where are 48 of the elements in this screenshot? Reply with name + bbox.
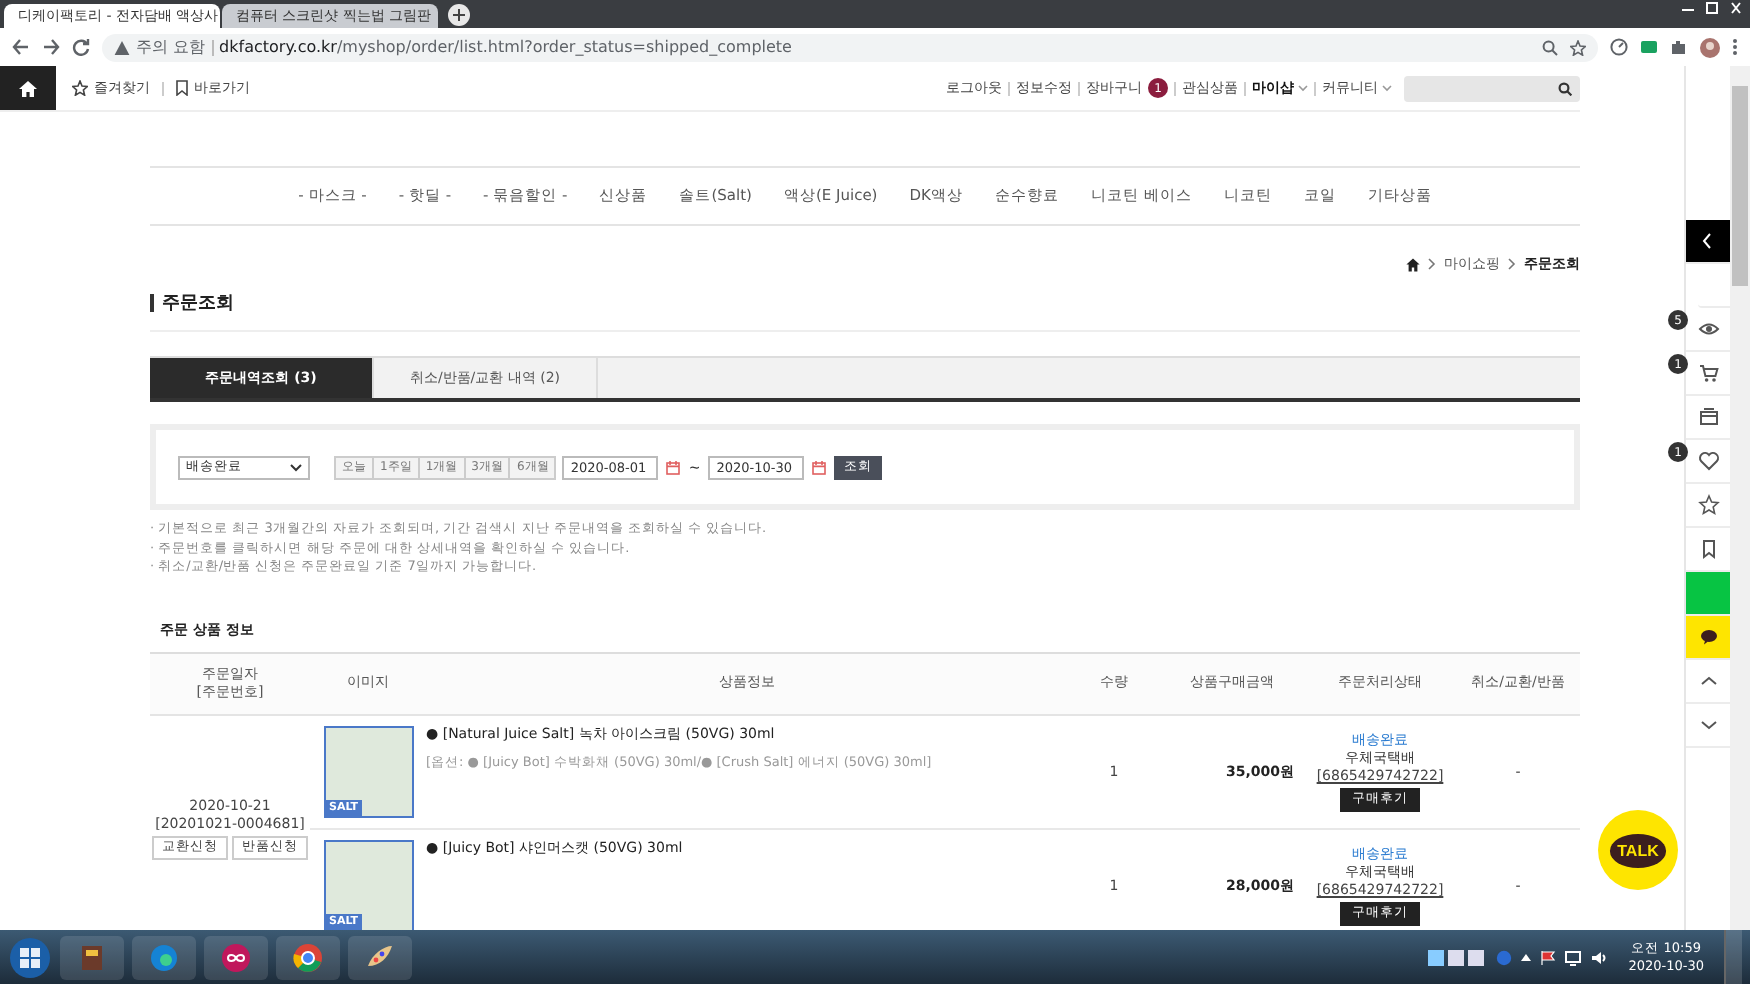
new-tab-icon[interactable]	[448, 3, 470, 25]
network-icon[interactable]	[1564, 949, 1583, 965]
chevron-down-icon	[290, 463, 302, 471]
home-icon	[18, 79, 38, 97]
reload-icon[interactable]	[72, 38, 90, 56]
tray-arrow-icon[interactable]	[1520, 952, 1533, 962]
heart-icon	[1697, 450, 1719, 472]
address-bar[interactable]: 주의 요함 dkfactory.co.kr/myshop/order/list.html?order_status=shipped_complete	[102, 33, 1598, 61]
scrollbar-thumb[interactable]	[1732, 86, 1748, 286]
puzzle-icon[interactable]	[1670, 38, 1688, 56]
url-text: dkfactory.co.kr/myshop/order/list.html?order_status=shipped_complete	[219, 38, 792, 56]
caret-icon	[1382, 84, 1392, 92]
star-icon	[72, 80, 88, 96]
zoom-icon[interactable]	[1542, 39, 1558, 55]
page-title: 주문조회	[162, 292, 234, 316]
chevron-right-icon	[1508, 258, 1516, 270]
maximize-icon[interactable]	[1704, 2, 1720, 14]
box-icon	[1697, 406, 1719, 428]
warning-icon	[114, 39, 130, 55]
menu-icon[interactable]	[1732, 38, 1738, 56]
book-app-icon[interactable]	[76, 941, 108, 973]
search-icon	[1558, 81, 1572, 95]
eye-icon	[1697, 318, 1719, 340]
forward-icon[interactable]	[42, 38, 60, 56]
chevron-right-icon	[1428, 258, 1436, 270]
talk-label: TALK	[1609, 833, 1667, 867]
infinity-app-icon[interactable]	[220, 941, 252, 973]
home-button[interactable]	[0, 66, 56, 110]
chat-bubble-icon	[1697, 626, 1719, 648]
kakao-talk-button[interactable]: TALK	[1598, 810, 1678, 890]
search-field[interactable]	[1404, 75, 1580, 101]
calendar-icon[interactable]	[812, 459, 827, 475]
flag-icon[interactable]	[1540, 949, 1557, 965]
star-icon[interactable]	[1570, 39, 1586, 55]
bookmark-icon	[1697, 538, 1719, 560]
home-icon[interactable]	[1406, 257, 1420, 271]
chrome-icon[interactable]	[292, 941, 324, 973]
close-icon[interactable]	[1728, 2, 1744, 14]
back-icon[interactable]	[12, 38, 30, 56]
star-icon	[1697, 494, 1719, 516]
security-label: 주의 요함	[136, 36, 206, 58]
start-button-icon[interactable]	[8, 935, 52, 979]
caret-icon	[1298, 84, 1308, 92]
cart-icon	[1697, 362, 1719, 384]
speaker-icon[interactable]	[1590, 949, 1609, 965]
calendar-icon[interactable]	[666, 459, 681, 475]
bookmark-icon	[176, 80, 188, 96]
profile-avatar-icon[interactable]	[1700, 37, 1720, 57]
